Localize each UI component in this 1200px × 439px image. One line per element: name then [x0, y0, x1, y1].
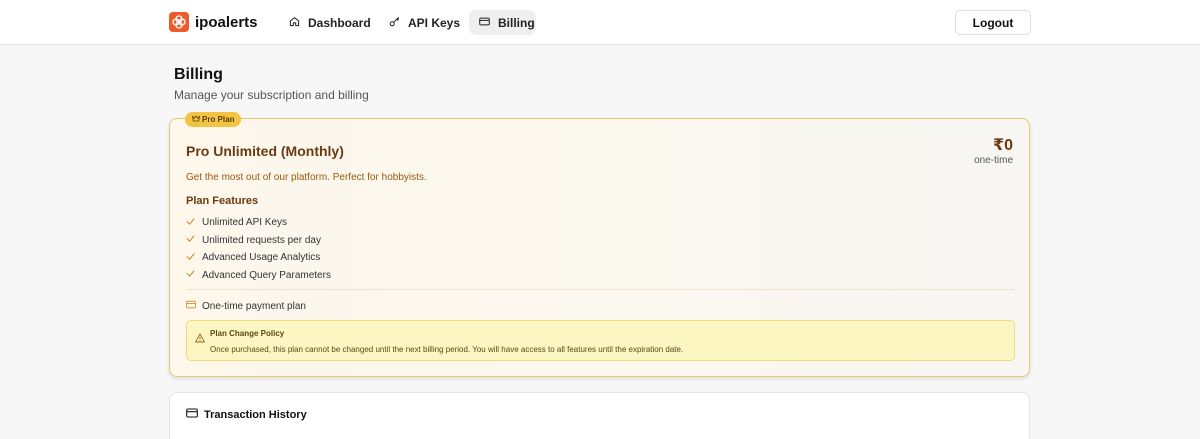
nav-api-keys[interactable]: API Keys	[379, 10, 470, 35]
check-icon	[186, 269, 195, 281]
crown-icon	[192, 115, 200, 124]
nav-dashboard[interactable]: Dashboard	[279, 10, 381, 35]
check-icon	[186, 252, 195, 264]
page-subtitle: Manage your subscription and billing	[174, 88, 369, 102]
warning-triangle-icon	[195, 330, 205, 343]
divider	[186, 289, 1015, 290]
plan-description: Get the most out of our platform. Perfec…	[186, 172, 427, 183]
brand-name: ipoalerts	[195, 13, 258, 31]
plan-badge: Pro Plan	[185, 112, 242, 127]
check-icon	[186, 217, 195, 229]
plan-badge-label: Pro Plan	[202, 115, 235, 124]
nav-api-keys-label: API Keys	[408, 15, 461, 30]
policy-text: Once purchased, this plan cannot be chan…	[210, 345, 684, 354]
top-navbar: ipoalerts Dashboard API Keys Billing Log…	[0, 0, 1200, 45]
plan-change-policy-alert: Plan Change Policy Once purchased, this …	[186, 320, 1015, 361]
home-icon	[289, 16, 300, 30]
brand[interactable]: ipoalerts	[169, 12, 258, 32]
credit-card-icon	[186, 300, 196, 312]
plan-name: Pro Unlimited (Monthly)	[186, 143, 344, 159]
list-item: Unlimited API Keys	[186, 214, 331, 232]
nav-billing-label: Billing	[498, 15, 535, 30]
nav-billing[interactable]: Billing	[469, 10, 536, 35]
feature-label: Advanced Query Parameters	[202, 269, 331, 281]
transaction-history-card: Transaction History	[169, 392, 1030, 439]
flower-logo-icon	[169, 12, 189, 32]
logout-button[interactable]: Logout	[955, 10, 1031, 35]
key-icon	[389, 16, 400, 30]
list-item: Advanced Usage Analytics	[186, 249, 331, 267]
current-plan-card: Pro Unlimited (Monthly) ₹0 one-time Get …	[169, 118, 1030, 377]
credit-card-icon	[186, 408, 198, 421]
transaction-history-label: Transaction History	[204, 408, 307, 421]
plan-features-title: Plan Features	[186, 195, 259, 207]
plan-price: ₹0	[992, 137, 1013, 154]
policy-title: Plan Change Policy	[210, 329, 285, 338]
plan-feature-list: Unlimited API Keys Unlimited requests pe…	[186, 214, 331, 284]
list-item: Unlimited requests per day	[186, 232, 331, 250]
plan-period: one-time	[974, 155, 1013, 166]
feature-label: Unlimited API Keys	[202, 217, 288, 229]
list-item: Advanced Query Parameters	[186, 267, 331, 285]
feature-label: Unlimited requests per day	[202, 234, 321, 246]
credit-card-icon	[479, 16, 490, 30]
page-title: Billing	[174, 66, 223, 83]
payment-type: One-time payment plan	[186, 300, 306, 312]
check-icon	[186, 234, 195, 246]
nav-dashboard-label: Dashboard	[308, 15, 371, 30]
transaction-history-title: Transaction History	[186, 408, 307, 421]
payment-type-label: One-time payment plan	[202, 300, 306, 312]
feature-label: Advanced Usage Analytics	[202, 252, 321, 264]
